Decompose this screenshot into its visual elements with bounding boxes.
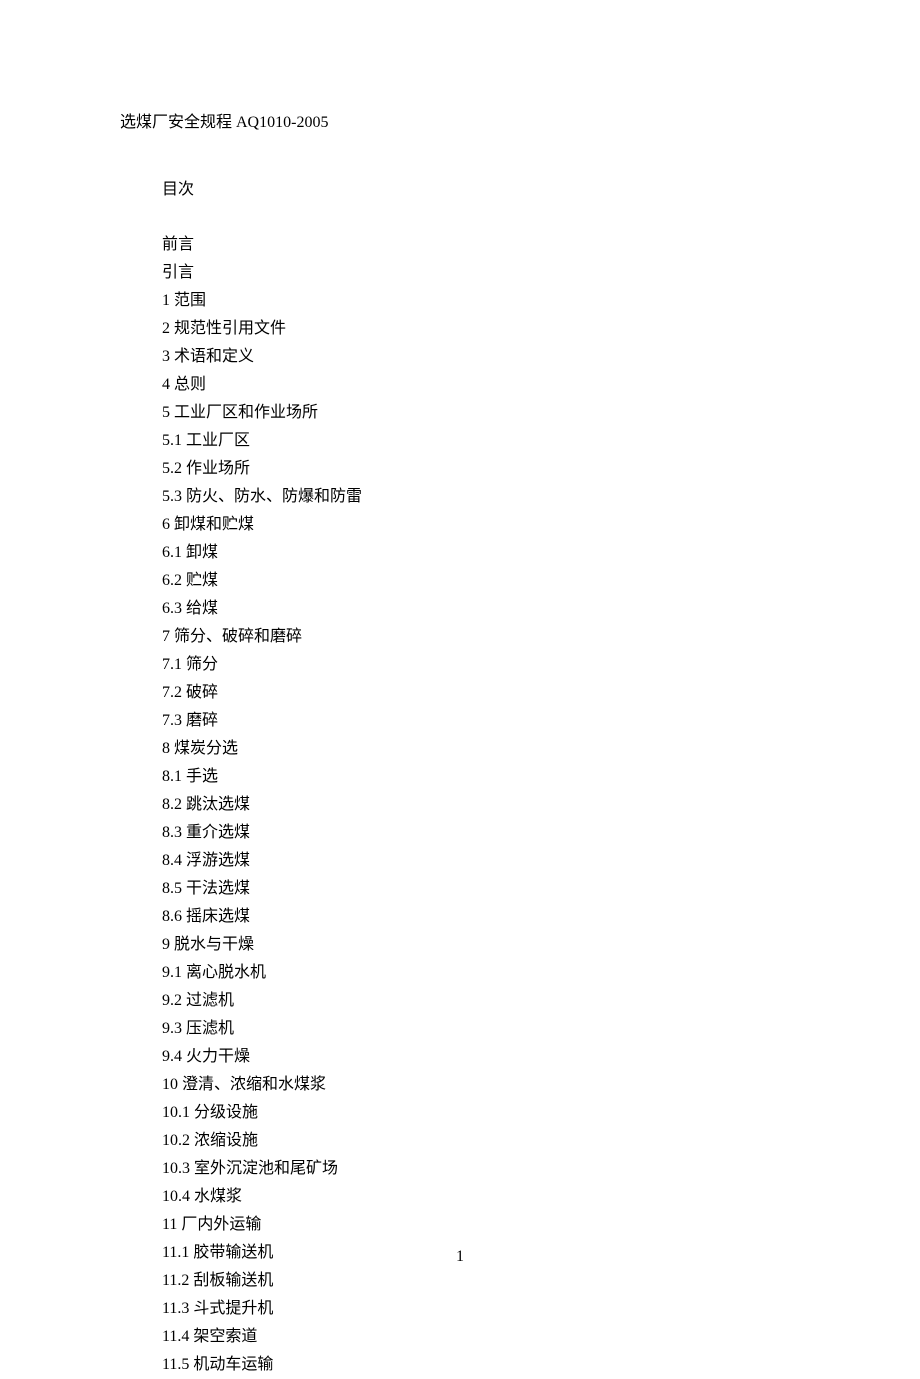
toc-item: 前言 — [162, 231, 800, 259]
toc-item: 8.5 干法选煤 — [162, 875, 800, 903]
toc-item: 5.1 工业厂区 — [162, 427, 800, 455]
toc-item: 3 术语和定义 — [162, 343, 800, 371]
toc-item: 5.2 作业场所 — [162, 455, 800, 483]
document-title: 选煤厂安全规程 AQ1010-2005 — [120, 110, 800, 136]
toc-item: 9 脱水与干燥 — [162, 931, 800, 959]
toc-item: 11 厂内外运输 — [162, 1211, 800, 1239]
page: 选煤厂安全规程 AQ1010-2005 目次 前言引言1 范围2 规范性引用文件… — [0, 0, 920, 1302]
toc-item: 6.1 卸煤 — [162, 539, 800, 567]
toc-item: 10 澄清、浓缩和水煤浆 — [162, 1071, 800, 1099]
toc-item: 6.2 贮煤 — [162, 567, 800, 595]
toc-item: 9.3 压滤机 — [162, 1015, 800, 1043]
toc-item: 8.1 手选 — [162, 763, 800, 791]
toc-item: 10.2 浓缩设施 — [162, 1127, 800, 1155]
toc-item: 7 筛分、破碎和磨碎 — [162, 623, 800, 651]
toc-item: 7.3 磨碎 — [162, 707, 800, 735]
toc-item: 6.3 给煤 — [162, 595, 800, 623]
toc-item: 11.5 机动车运输 — [162, 1351, 800, 1379]
toc-item: 5.3 防火、防水、防爆和防雷 — [162, 483, 800, 511]
toc-item: 8 煤炭分选 — [162, 735, 800, 763]
toc-item: 7.2 破碎 — [162, 679, 800, 707]
toc-item: 10.4 水煤浆 — [162, 1183, 800, 1211]
toc-item: 8.6 摇床选煤 — [162, 903, 800, 931]
toc-item: 7.1 筛分 — [162, 651, 800, 679]
toc-item: 8.3 重介选煤 — [162, 819, 800, 847]
toc-item: 引言 — [162, 259, 800, 287]
toc-item: 1 范围 — [162, 287, 800, 315]
page-number: 1 — [0, 1248, 920, 1266]
toc-item: 8.4 浮游选煤 — [162, 847, 800, 875]
toc-item: 5 工业厂区和作业场所 — [162, 399, 800, 427]
toc-item: 9.4 火力干燥 — [162, 1043, 800, 1071]
toc-item: 6 卸煤和贮煤 — [162, 511, 800, 539]
toc-item: 2 规范性引用文件 — [162, 315, 800, 343]
toc-item: 9.1 离心脱水机 — [162, 959, 800, 987]
toc-item: 11.2 刮板输送机 — [162, 1267, 800, 1295]
toc-list: 前言引言1 范围2 规范性引用文件3 术语和定义4 总则5 工业厂区和作业场所5… — [120, 231, 800, 1379]
toc-item: 11.4 架空索道 — [162, 1323, 800, 1351]
toc-item: 10.3 室外沉淀池和尾矿场 — [162, 1155, 800, 1183]
toc-heading: 目次 — [120, 176, 800, 203]
toc-item: 9.2 过滤机 — [162, 987, 800, 1015]
toc-item: 4 总则 — [162, 371, 800, 399]
toc-item: 11.3 斗式提升机 — [162, 1295, 800, 1323]
toc-item: 8.2 跳汰选煤 — [162, 791, 800, 819]
toc-item: 10.1 分级设施 — [162, 1099, 800, 1127]
